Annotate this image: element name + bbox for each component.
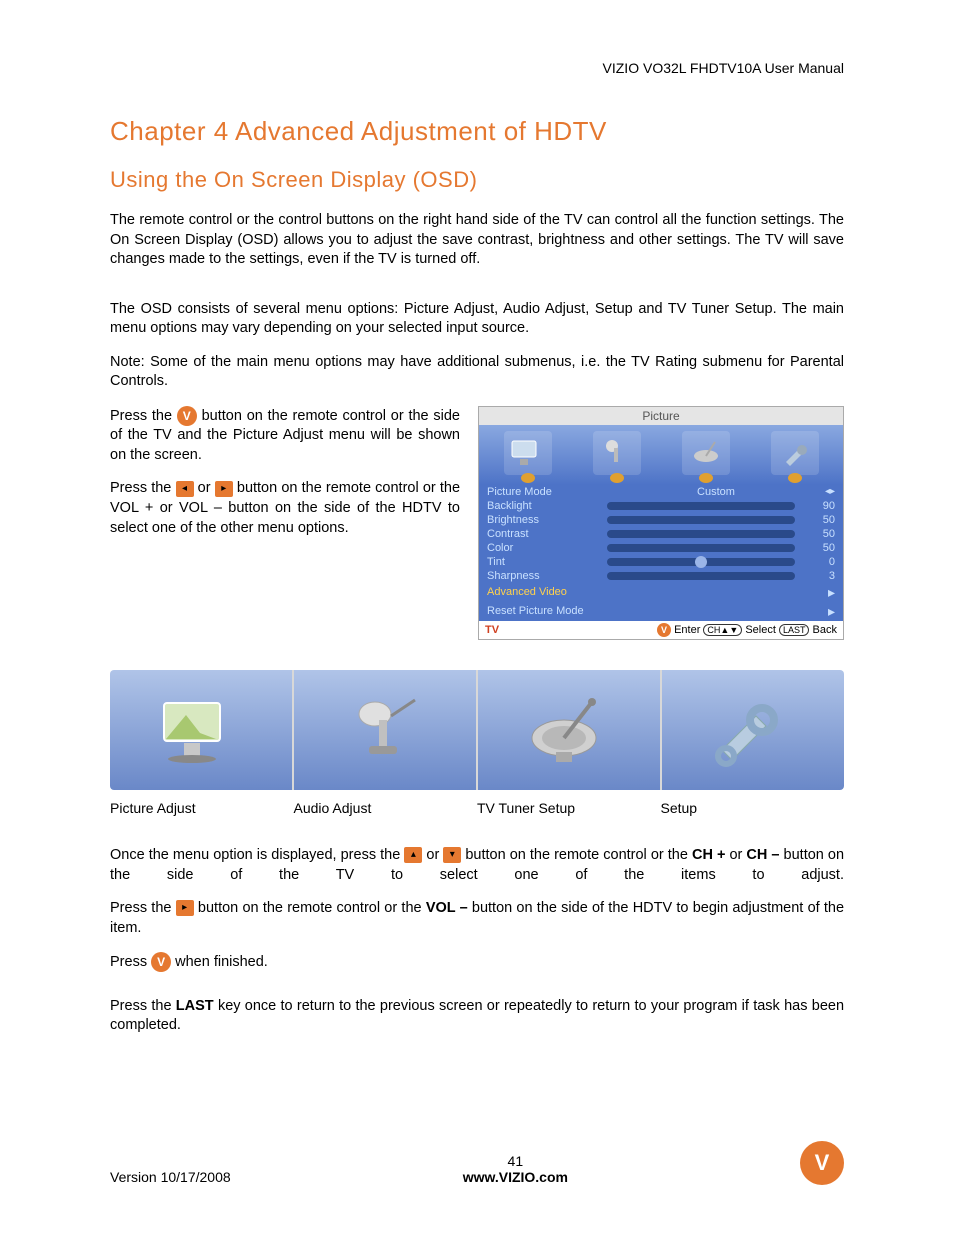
osd-row: Sharpness 3: [479, 569, 843, 583]
osd-tab-audio-icon: [593, 431, 641, 475]
lr-arrows-icon: ◂▸: [825, 486, 835, 497]
osd-slider: [607, 558, 795, 566]
osd-row-value: 0: [805, 556, 835, 568]
paragraph-begin-adjust: Press the ▸ button on the remote control…: [110, 899, 844, 938]
osd-row-value: 3: [805, 570, 835, 582]
osd-row-value: 50: [805, 528, 835, 540]
osd-row: Color 50: [479, 541, 843, 555]
paragraph-press-v: Press the V button on the remote control…: [110, 406, 460, 466]
osd-slider: [607, 516, 795, 524]
paragraph-last-key: Press the LAST key once to return to the…: [110, 997, 844, 1036]
menu-icon-strip: [110, 670, 844, 790]
osd-row: Reset Picture Mode▸: [479, 602, 843, 621]
manual-title: VIZIO VO32L FHDTV10A User Manual: [110, 60, 844, 76]
footer-version: Version 10/17/2008: [110, 1169, 231, 1185]
osd-tab-icons: [479, 425, 843, 485]
osd-screenshot: Picture Picture ModeCustom◂▸Backlight90B…: [478, 406, 844, 640]
strip-label-tuner: TV Tuner Setup: [477, 800, 661, 816]
osd-row-label: Picture Mode: [487, 486, 607, 498]
page-footer: Version 10/17/2008 41 www.VIZIO.com V: [110, 1141, 844, 1185]
osd-row-label: Brightness: [487, 514, 607, 526]
up-arrow-icon: ▴: [404, 847, 422, 863]
osd-tab-setup-icon: [771, 431, 819, 475]
strip-tuner-icon: [478, 670, 662, 790]
osd-row: Picture ModeCustom◂▸: [479, 485, 843, 499]
strip-label-audio: Audio Adjust: [294, 800, 478, 816]
chapter-title: Chapter 4 Advanced Adjustment of HDTV: [110, 116, 844, 147]
footer-url: www.VIZIO.com: [463, 1169, 568, 1185]
paragraph-press-lr: Press the ◂ or ▸ button on the remote co…: [110, 479, 460, 538]
osd-row-value: 50: [805, 514, 835, 526]
section-title: Using the On Screen Display (OSD): [110, 167, 844, 193]
footer-page-number: 41: [508, 1153, 524, 1169]
ch-pill-icon: CH▲▼: [703, 624, 742, 636]
osd-row-value: Custom: [607, 486, 825, 498]
vizio-v-icon: V: [177, 406, 197, 426]
osd-tab-tuner-icon: [682, 431, 730, 475]
osd-slider: [607, 502, 795, 510]
strip-picture-icon: [110, 670, 294, 790]
osd-row: Advanced Video▸: [479, 583, 843, 602]
osd-slider: [607, 544, 795, 552]
strip-labels-row: Picture Adjust Audio Adjust TV Tuner Set…: [110, 800, 844, 816]
osd-row-label: Contrast: [487, 528, 607, 540]
vizio-v-icon-2: V: [151, 952, 171, 972]
osd-row: Brightness 50: [479, 513, 843, 527]
osd-row-label: Backlight: [487, 500, 607, 512]
last-pill-icon: LAST: [779, 624, 810, 636]
vizio-v-small-icon: V: [657, 623, 671, 637]
osd-row-label: Advanced Video: [487, 586, 607, 598]
down-arrow-icon: ▾: [443, 847, 461, 863]
osd-source-label: TV: [485, 624, 499, 636]
vizio-logo-icon: V: [800, 1141, 844, 1185]
osd-footer: TV V Enter CH▲▼ Select LAST Back: [479, 621, 843, 639]
paragraph-intro: The remote control or the control button…: [110, 211, 844, 270]
paragraph-osd-desc: The OSD consists of several menu options…: [110, 300, 844, 339]
osd-slider: [607, 530, 795, 538]
osd-slider: [607, 572, 795, 580]
paragraph-note: Note: Some of the main menu options may …: [110, 353, 844, 392]
osd-row-label: Reset Picture Mode: [487, 605, 607, 617]
strip-label-setup: Setup: [661, 800, 845, 816]
chevron-right-icon: ▸: [607, 603, 835, 620]
osd-row: Contrast 50: [479, 527, 843, 541]
paragraph-menu-select: Once the menu option is displayed, press…: [110, 846, 844, 885]
strip-setup-icon: [662, 670, 844, 790]
osd-row: Backlight 90: [479, 499, 843, 513]
osd-row: Tint 0: [479, 555, 843, 569]
paragraph-finish: Press V when finished.: [110, 952, 844, 972]
chevron-right-icon: ▸: [607, 584, 835, 601]
right-arrow-icon-2: ▸: [176, 900, 194, 916]
osd-menu-title: Picture: [479, 407, 843, 425]
strip-label-picture: Picture Adjust: [110, 800, 294, 816]
osd-row-value: 50: [805, 542, 835, 554]
left-arrow-icon: ◂: [176, 481, 194, 497]
strip-audio-icon: [294, 670, 478, 790]
osd-row-label: Tint: [487, 556, 607, 568]
osd-row-label: Color: [487, 542, 607, 554]
right-arrow-icon: ▸: [215, 481, 233, 497]
osd-tab-picture-icon: [504, 431, 552, 475]
osd-row-value: 90: [805, 500, 835, 512]
osd-row-label: Sharpness: [487, 570, 607, 582]
